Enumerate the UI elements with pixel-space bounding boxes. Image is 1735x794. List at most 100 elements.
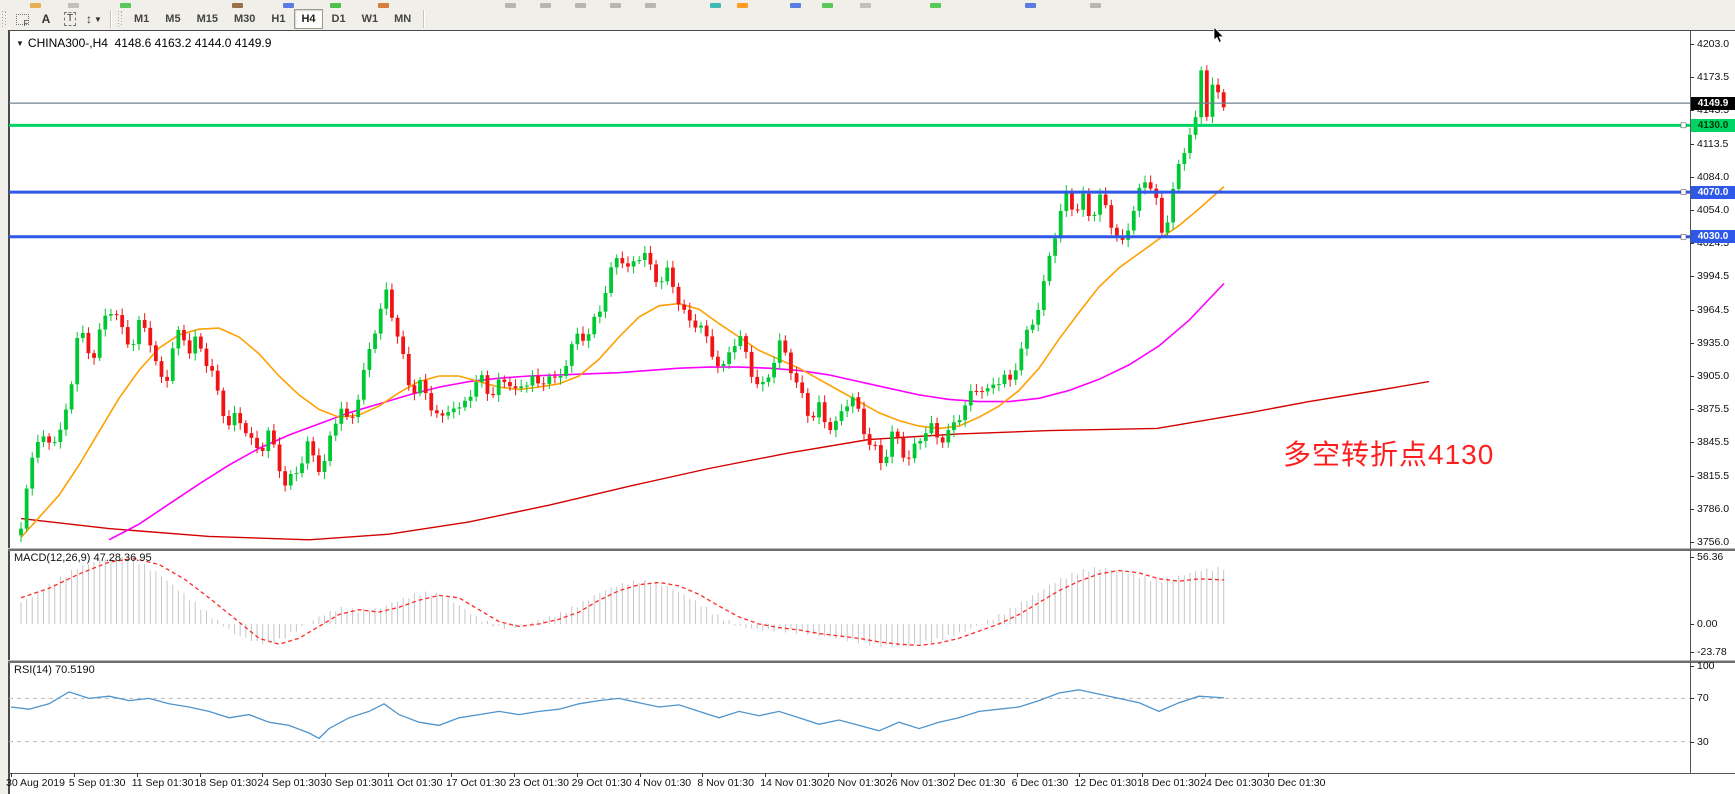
date-tick-label: 14 Nov 01:30	[760, 777, 822, 789]
price-tick	[1690, 77, 1694, 78]
toolbar-separator	[110, 10, 112, 28]
date-tick-label: 30 Dec 01:30	[1263, 777, 1325, 789]
macd-panel-splitter[interactable]	[8, 548, 1735, 551]
timeframe-button-m30[interactable]: M30	[227, 9, 262, 29]
price-tick-label: 3756.0	[1697, 536, 1729, 548]
price-tick-label: 4084.0	[1697, 171, 1729, 183]
price-tick	[1690, 276, 1694, 277]
price-tick	[1690, 44, 1694, 45]
timeframe-button-h4[interactable]: H4	[294, 9, 322, 29]
price-tick	[1690, 376, 1694, 377]
price-tick-label: 3964.5	[1697, 304, 1729, 316]
price-tick-label: 3905.0	[1697, 370, 1729, 382]
price-tick	[1690, 110, 1694, 111]
price-tick-label: 3845.5	[1697, 436, 1729, 448]
font-tool-button[interactable]: A	[35, 9, 57, 29]
timeframe-button-m15[interactable]: M15	[190, 9, 225, 29]
symbol-dropdown-icon[interactable]: ▼	[16, 39, 24, 48]
terminal-window: F A T ↕ ▼ M1M5M15M30H1H4D1W1MN ▼ CHINA300…	[0, 0, 1735, 794]
time-axis-border	[8, 773, 1735, 774]
level-badge-4070[interactable]: 4070.0	[1691, 186, 1735, 199]
date-tick-label: 4 Nov 01:30	[635, 777, 692, 789]
price-tick	[1690, 409, 1694, 410]
date-tick-label: 12 Dec 01:30	[1074, 777, 1136, 789]
price-tick	[1690, 509, 1694, 510]
rsi-tick-label: 70	[1697, 692, 1709, 704]
price-tick-label: 4173.5	[1697, 71, 1729, 83]
date-tick-label: 17 Oct 01:30	[446, 777, 506, 789]
timeframe-button-w1[interactable]: W1	[355, 9, 386, 29]
grid-f-tool-button[interactable]: F	[11, 9, 33, 29]
price-tick-label: 3875.5	[1697, 403, 1729, 415]
price-tick-label: 3935.0	[1697, 337, 1729, 349]
price-tick-label: 3786.0	[1697, 503, 1729, 515]
date-tick-label: 11 Oct 01:30	[383, 777, 442, 789]
date-tick-label: 2 Dec 01:30	[949, 777, 1006, 789]
price-tick-label: 4203.0	[1697, 38, 1729, 50]
price-tick	[1690, 476, 1694, 477]
text-label-tool-button[interactable]: T	[59, 9, 81, 29]
price-tick	[1690, 144, 1694, 145]
price-tick	[1690, 310, 1694, 311]
toolbar-drag-handle[interactable]	[118, 11, 123, 27]
rsi-tick	[1690, 698, 1694, 699]
macd-tick-label: -23.78	[1697, 646, 1727, 658]
toolbar-drag-handle[interactable]	[2, 11, 7, 27]
text-label-icon: T	[64, 12, 76, 26]
rsi-indicator-label: RSI(14) 70.5190	[14, 664, 95, 676]
toolbar-separator	[423, 10, 425, 28]
chevron-down-icon: ▼	[94, 15, 102, 24]
date-tick-label: 30 Aug 2019	[6, 777, 65, 789]
timeframe-button-d1[interactable]: D1	[325, 9, 353, 29]
macd-indicator-label: MACD(12,26,9) 47.28 36.95	[14, 552, 152, 564]
timeframe-button-h1[interactable]: H1	[264, 9, 292, 29]
chart-title: ▼ CHINA300-,H4 4148.6 4163.2 4144.0 4149.…	[16, 36, 271, 50]
date-tick-label: 24 Dec 01:30	[1200, 777, 1262, 789]
price-tick-label: 3994.5	[1697, 270, 1729, 282]
arrows-icon: ↕	[86, 12, 92, 26]
current-price-badge: 4149.9	[1691, 97, 1735, 110]
grid-f-icon: F	[16, 14, 29, 25]
mouse-cursor-icon	[1213, 27, 1227, 45]
date-tick-label: 29 Oct 01:30	[572, 777, 632, 789]
date-tick-label: 18 Dec 01:30	[1137, 777, 1199, 789]
date-tick-label: 11 Sep 01:30	[132, 777, 194, 789]
price-tick-label: 4054.0	[1697, 204, 1729, 216]
date-tick-label: 6 Dec 01:30	[1012, 777, 1069, 789]
timeframe-button-m5[interactable]: M5	[158, 9, 187, 29]
macd-tick-label: 56.36	[1697, 551, 1723, 563]
price-tick-label: 4113.5	[1697, 138, 1728, 150]
symbol-ohlc-label: CHINA300-,H4 4148.6 4163.2 4144.0 4149.9	[28, 36, 272, 50]
price-tick	[1690, 210, 1694, 211]
date-tick-label: 20 Nov 01:30	[823, 777, 885, 789]
macd-tick	[1690, 557, 1694, 558]
date-tick-label: 5 Sep 01:30	[69, 777, 126, 789]
rsi-tick-label: 100	[1697, 660, 1715, 672]
price-tick	[1690, 177, 1694, 178]
price-tick-label: 3815.5	[1697, 470, 1729, 482]
chart-window[interactable]	[8, 30, 1735, 794]
price-axis-border	[1690, 31, 1691, 773]
date-tick-label: 24 Sep 01:30	[257, 777, 319, 789]
date-tick-label: 23 Oct 01:30	[509, 777, 569, 789]
timeframe-button-m1[interactable]: M1	[127, 9, 156, 29]
macd-tick-label: 0.00	[1697, 618, 1717, 630]
rsi-tick	[1690, 742, 1694, 743]
price-tick	[1690, 442, 1694, 443]
macd-tick	[1690, 624, 1694, 625]
rsi-tick	[1690, 666, 1694, 667]
rsi-tick-label: 30	[1697, 736, 1709, 748]
letter-a-icon: A	[42, 12, 51, 26]
date-tick-label: 18 Sep 01:30	[195, 777, 257, 789]
timeframe-group: M1M5M15M30H1H4D1W1MN	[126, 9, 419, 29]
chart-annotation-text[interactable]: 多空转折点4130	[1283, 433, 1494, 473]
macd-tick	[1690, 652, 1694, 653]
level-badge-4130[interactable]: 4130.0	[1691, 119, 1735, 132]
price-tick	[1690, 542, 1694, 543]
arrows-tool-button[interactable]: ↕ ▼	[83, 9, 105, 29]
date-tick-label: 8 Nov 01:30	[697, 777, 754, 789]
rsi-panel-splitter[interactable]	[8, 660, 1735, 663]
timeframe-button-mn[interactable]: MN	[387, 9, 418, 29]
level-badge-4030[interactable]: 4030.0	[1691, 230, 1735, 243]
price-tick	[1690, 343, 1694, 344]
